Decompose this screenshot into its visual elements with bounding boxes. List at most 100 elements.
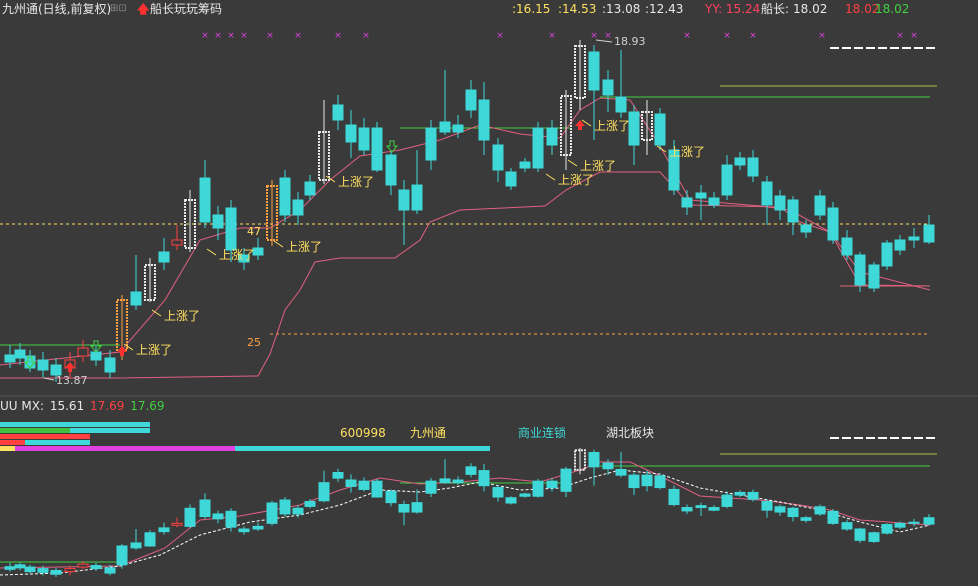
candle-body — [358, 127, 370, 151]
sub-candle-body — [279, 499, 291, 515]
sub-candle-body — [199, 499, 211, 518]
x-marker: × — [818, 31, 826, 41]
sub-candle-body — [734, 491, 746, 496]
signal-pointer — [545, 173, 556, 181]
sub-candle-body — [615, 468, 627, 476]
signal-label: 上涨了 — [136, 342, 172, 357]
candle-body — [854, 254, 866, 286]
sub-candle-body — [345, 479, 357, 487]
candle-body — [721, 164, 733, 196]
candle-body — [800, 224, 812, 233]
candle-body — [894, 239, 906, 251]
sub-candle-body — [668, 488, 680, 506]
sub-candle-body — [158, 527, 170, 533]
chip-bar — [0, 446, 15, 451]
candle-body — [546, 127, 558, 146]
sub-candle-body — [465, 466, 477, 475]
x-marker: × — [910, 31, 918, 41]
sub-candle-body — [841, 522, 853, 530]
sub-candle-body — [304, 501, 316, 507]
candle-body — [385, 154, 397, 186]
sub-candle-body — [787, 507, 799, 518]
stock-code-label: 600998 — [340, 426, 386, 440]
x-marker: × — [294, 31, 302, 41]
candle-body — [615, 96, 627, 113]
candle-body — [37, 359, 49, 371]
sector-label: 商业连锁 — [518, 425, 566, 440]
high-price-label: 18.93 — [614, 35, 646, 48]
sub-candle-body — [681, 507, 693, 512]
x-marker: × — [896, 31, 904, 41]
x-marker: × — [749, 31, 757, 41]
sub-candle-body — [439, 478, 451, 484]
sub-candle-body — [398, 504, 410, 513]
x-marker: × — [723, 31, 731, 41]
x-marker: × — [334, 31, 342, 41]
sub-candle-body — [532, 480, 544, 497]
chip-bar — [20, 434, 90, 439]
candlestick-chart[interactable]: 上涨了上涨了上涨了上涨了上涨了 上涨了上涨了上涨了上涨了× × × × × × × × × × × × ×… — [0, 0, 978, 586]
candle-body — [881, 242, 893, 267]
x-marker: × — [683, 31, 691, 41]
candle-body — [868, 264, 880, 289]
sub-candle-body — [411, 502, 423, 513]
signal-label: 上涨了 — [219, 247, 255, 262]
sub-candle-body — [881, 523, 893, 534]
candle-body — [505, 171, 517, 187]
chip-bar — [0, 440, 25, 445]
x-marker: × — [227, 31, 235, 41]
candle-body — [279, 177, 291, 216]
sub-candle-body — [425, 480, 437, 494]
candle-body — [292, 199, 304, 216]
candle-body — [761, 181, 773, 206]
sub-candle-body — [184, 507, 196, 527]
candle-body — [212, 214, 224, 229]
sub-candle-body — [854, 528, 866, 541]
chip-bar — [0, 434, 20, 439]
chip-bar — [70, 428, 150, 433]
upper-band-curve — [0, 97, 931, 366]
sub-candle-body — [519, 493, 531, 497]
sub-candle-body — [452, 479, 464, 484]
candle-body — [654, 113, 666, 146]
candle-body — [199, 177, 211, 223]
low-price-label: 13.87 — [56, 374, 88, 387]
chip-bar — [235, 446, 490, 451]
candle-body — [478, 99, 490, 141]
x-marker: × — [496, 31, 504, 41]
chip-bar — [0, 422, 150, 427]
sub-candle-body — [50, 569, 62, 575]
sub-candle-body — [318, 482, 330, 502]
x-marker: × — [201, 31, 209, 41]
sub-candle-body — [292, 507, 304, 515]
signal-label: 上涨了 — [164, 308, 200, 323]
candle-body — [747, 157, 759, 177]
sub-candle-body — [171, 522, 183, 526]
sub-candle-body — [708, 507, 720, 511]
candle-body — [90, 351, 102, 361]
candle-body — [4, 354, 16, 363]
candle-body — [681, 197, 693, 208]
sub-candle-body — [628, 474, 640, 489]
candle-body — [588, 51, 600, 91]
signal-pointer — [656, 145, 667, 153]
candle-body — [532, 127, 544, 169]
candle-body — [171, 239, 183, 246]
sub-candle-body — [37, 568, 49, 573]
sub-candle-body — [505, 497, 517, 504]
candle-body — [225, 207, 237, 251]
sub-candle-body — [371, 480, 383, 498]
sub-candle-body — [560, 468, 572, 492]
signal-label: 上涨了 — [558, 172, 594, 187]
up-arrow-icon — [117, 346, 127, 356]
x-marker: × — [214, 31, 222, 41]
candle-body — [465, 89, 477, 111]
sub-candle-body — [332, 471, 344, 479]
x-marker: × — [362, 31, 370, 41]
candle-body — [411, 184, 423, 211]
signal-pointer — [206, 248, 217, 256]
sub-candle-body — [747, 491, 759, 500]
sub-curve-dotted — [0, 469, 931, 576]
sub-candle-body — [546, 480, 558, 489]
candle-body — [130, 291, 142, 306]
